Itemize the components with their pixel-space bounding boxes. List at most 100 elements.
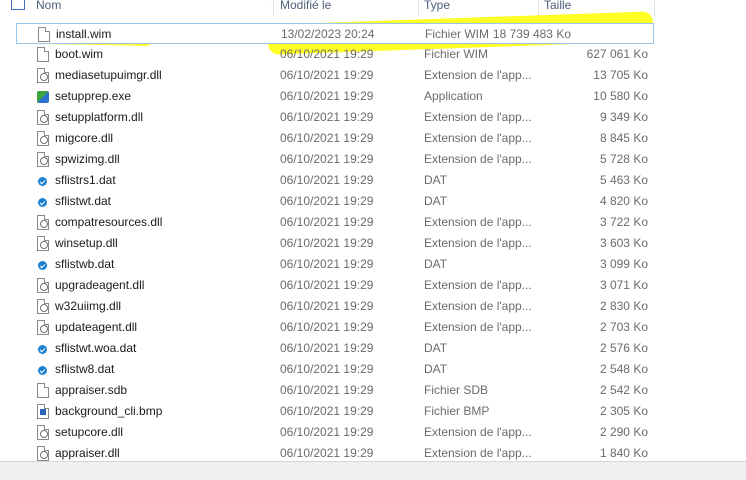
file-size: 2 542 Ko bbox=[599, 383, 648, 397]
file-row[interactable]: sflistw8.dat 06/10/2021 19:29 DAT 2 548 Ko bbox=[0, 359, 746, 380]
dll-icon bbox=[37, 299, 49, 314]
file-row[interactable]: sflistwb.dat 06/10/2021 19:29 DAT 3 099 Ko bbox=[0, 254, 746, 275]
file-row[interactable]: background_cli.bmp 06/10/2021 19:29 Fichie… bbox=[0, 401, 746, 422]
file-name: upgradeagent.dll bbox=[55, 278, 145, 292]
dat-icon bbox=[37, 173, 49, 188]
file-type: DAT bbox=[424, 362, 448, 376]
column-header-name[interactable]: Nom bbox=[36, 0, 61, 16]
file-modified-date: 06/10/2021 19:29 bbox=[280, 110, 374, 124]
dll-icon bbox=[37, 446, 49, 461]
file-name: setupplatform.dll bbox=[55, 110, 144, 124]
document-icon bbox=[38, 27, 50, 42]
file-size: 3 722 Ko bbox=[599, 215, 648, 229]
file-row[interactable]: upgradeagent.dll 06/10/2021 19:29 Extensio… bbox=[0, 275, 746, 296]
file-modified-date: 06/10/2021 19:29 bbox=[280, 47, 374, 61]
file-size: 18 739 483 Ko bbox=[492, 27, 571, 41]
file-name: updateagent.dll bbox=[55, 320, 138, 334]
dat-icon bbox=[37, 194, 49, 209]
column-header-type[interactable]: Type bbox=[424, 0, 450, 16]
file-type: DAT bbox=[424, 173, 448, 187]
file-row[interactable]: appraiser.sdb 06/10/2021 19:29 Fichier SDB… bbox=[0, 380, 746, 401]
file-type: Extension de l'app... bbox=[424, 152, 532, 166]
file-modified-date: 06/10/2021 19:29 bbox=[280, 194, 374, 208]
exe-icon bbox=[37, 89, 49, 104]
file-name: w32uiimg.dll bbox=[55, 299, 122, 313]
file-type: Fichier BMP bbox=[424, 404, 490, 418]
dat-icon bbox=[37, 257, 49, 272]
file-row[interactable]: setupprep.exe 06/10/2021 19:29 Application… bbox=[0, 86, 746, 107]
file-size: 9 349 Ko bbox=[599, 110, 648, 124]
dll-icon bbox=[37, 278, 49, 293]
file-size: 4 820 Ko bbox=[599, 194, 648, 208]
file-row[interactable]: mediasetupuimgr.dll 06/10/2021 19:29 Exten… bbox=[0, 65, 746, 86]
file-row[interactable]: compatresources.dll 06/10/2021 19:29 Exten… bbox=[0, 212, 746, 233]
file-name: sflistwt.dat bbox=[55, 194, 112, 208]
column-divider[interactable] bbox=[654, 0, 655, 16]
file-name: sflistrs1.dat bbox=[55, 173, 116, 187]
column-divider[interactable] bbox=[538, 0, 539, 16]
file-size: 5 463 Ko bbox=[599, 173, 648, 187]
file-row[interactable]: sflistrs1.dat 06/10/2021 19:29 DAT 5 463 Ko bbox=[0, 170, 746, 191]
file-name: setupcore.dll bbox=[55, 425, 124, 439]
file-type: Extension de l'app... bbox=[424, 236, 532, 250]
file-modified-date: 06/10/2021 19:29 bbox=[280, 68, 374, 82]
file-type: DAT bbox=[424, 194, 448, 208]
file-type: Extension de l'app... bbox=[424, 215, 532, 229]
dll-icon bbox=[37, 236, 49, 251]
file-name: sflistwb.dat bbox=[55, 257, 115, 271]
file-size: 13 705 Ko bbox=[593, 68, 648, 82]
file-type: Extension de l'app... bbox=[424, 320, 532, 334]
file-row[interactable]: migcore.dll 06/10/2021 19:29 Extension de … bbox=[0, 128, 746, 149]
file-name: setupprep.exe bbox=[55, 89, 132, 103]
select-all-checkbox[interactable] bbox=[11, 0, 25, 10]
file-size: 3 071 Ko bbox=[599, 278, 648, 292]
dat-icon bbox=[37, 362, 49, 377]
file-size: 8 845 Ko bbox=[599, 131, 648, 145]
file-row[interactable]: install.wim 13/02/2023 20:24 Fichier WIM 18… bbox=[16, 23, 654, 44]
document-icon bbox=[37, 383, 49, 398]
file-type: Extension de l'app... bbox=[424, 131, 532, 145]
file-name: sflistw8.dat bbox=[55, 362, 115, 376]
file-type: Fichier SDB bbox=[424, 383, 489, 397]
file-type: Extension de l'app... bbox=[424, 299, 532, 313]
file-modified-date: 06/10/2021 19:29 bbox=[280, 236, 374, 250]
file-row[interactable]: sflistwt.woa.dat 06/10/2021 19:29 DAT 2 576… bbox=[0, 338, 746, 359]
file-size: 2 830 Ko bbox=[599, 299, 648, 313]
file-row[interactable]: boot.wim 06/10/2021 19:29 Fichier WIM 627 0… bbox=[0, 44, 746, 65]
file-modified-date: 06/10/2021 19:29 bbox=[280, 89, 374, 103]
file-type: Extension de l'app... bbox=[424, 110, 532, 124]
file-row[interactable]: spwizimg.dll 06/10/2021 19:29 Extension de… bbox=[0, 149, 746, 170]
file-row[interactable]: winsetup.dll 06/10/2021 19:29 Extension de… bbox=[0, 233, 746, 254]
chevron-up-icon: ⌃ bbox=[262, 0, 271, 8]
file-type: DAT bbox=[424, 341, 448, 355]
file-row[interactable]: updateagent.dll 06/10/2021 19:29 Extension… bbox=[0, 317, 746, 338]
file-size: 627 061 Ko bbox=[586, 47, 648, 61]
file-size: 2 290 Ko bbox=[599, 425, 648, 439]
dll-icon bbox=[37, 425, 49, 440]
file-modified-date: 06/10/2021 19:29 bbox=[280, 152, 374, 166]
file-modified-date: 06/10/2021 19:29 bbox=[280, 173, 374, 187]
column-header-modified[interactable]: Modifié le bbox=[280, 0, 331, 16]
file-name: sflistwt.woa.dat bbox=[55, 341, 137, 355]
file-modified-date: 06/10/2021 19:29 bbox=[280, 278, 374, 292]
file-row[interactable]: w32uiimg.dll 06/10/2021 19:29 Extension de… bbox=[0, 296, 746, 317]
file-row[interactable]: setupcore.dll 06/10/2021 19:29 Extension d… bbox=[0, 422, 746, 443]
file-size: 3 603 Ko bbox=[599, 236, 648, 250]
file-name: background_cli.bmp bbox=[55, 404, 163, 418]
bmp-icon bbox=[37, 404, 49, 419]
file-modified-date: 06/10/2021 19:29 bbox=[280, 404, 374, 418]
file-row[interactable]: setupplatform.dll 06/10/2021 19:29 Extensi… bbox=[0, 107, 746, 128]
file-modified-date: 06/10/2021 19:29 bbox=[280, 362, 374, 376]
file-row[interactable]: sflistwt.dat 06/10/2021 19:29 DAT 4 820 Ko bbox=[0, 191, 746, 212]
file-size: 2 548 Ko bbox=[599, 362, 648, 376]
file-name: appraiser.sdb bbox=[55, 383, 128, 397]
file-modified-date: 06/10/2021 19:29 bbox=[280, 299, 374, 313]
document-icon bbox=[37, 47, 49, 62]
file-modified-date: 13/02/2023 20:24 bbox=[281, 27, 375, 41]
file-type: Fichier WIM bbox=[424, 47, 488, 61]
column-divider[interactable] bbox=[273, 0, 274, 16]
file-name: install.wim bbox=[56, 27, 112, 41]
file-size: 3 099 Ko bbox=[599, 257, 648, 271]
column-divider[interactable] bbox=[418, 0, 419, 16]
file-size: 10 580 Ko bbox=[593, 89, 648, 103]
